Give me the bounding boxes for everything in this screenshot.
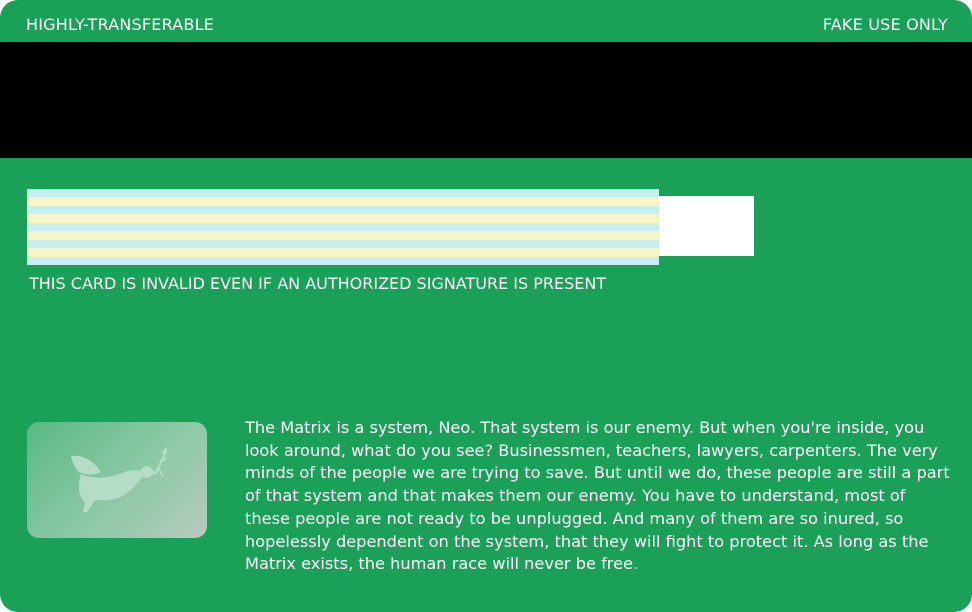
dove-icon [71,447,167,512]
signature-strip [27,189,659,265]
hologram [27,422,207,538]
card-back: HIGHLY-TRANSFERABLE FAKE USE ONLY THIS C… [0,0,972,612]
top-right-label: FAKE USE ONLY [822,15,948,34]
quote-text: The Matrix is a system, Neo. That system… [245,418,950,574]
top-left-label: HIGHLY-TRANSFERABLE [26,15,214,34]
invalid-notice: THIS CARD IS INVALID EVEN IF AN AUTHORIZ… [29,274,607,293]
magnetic-stripe [0,42,972,158]
cvv-box [659,196,754,256]
